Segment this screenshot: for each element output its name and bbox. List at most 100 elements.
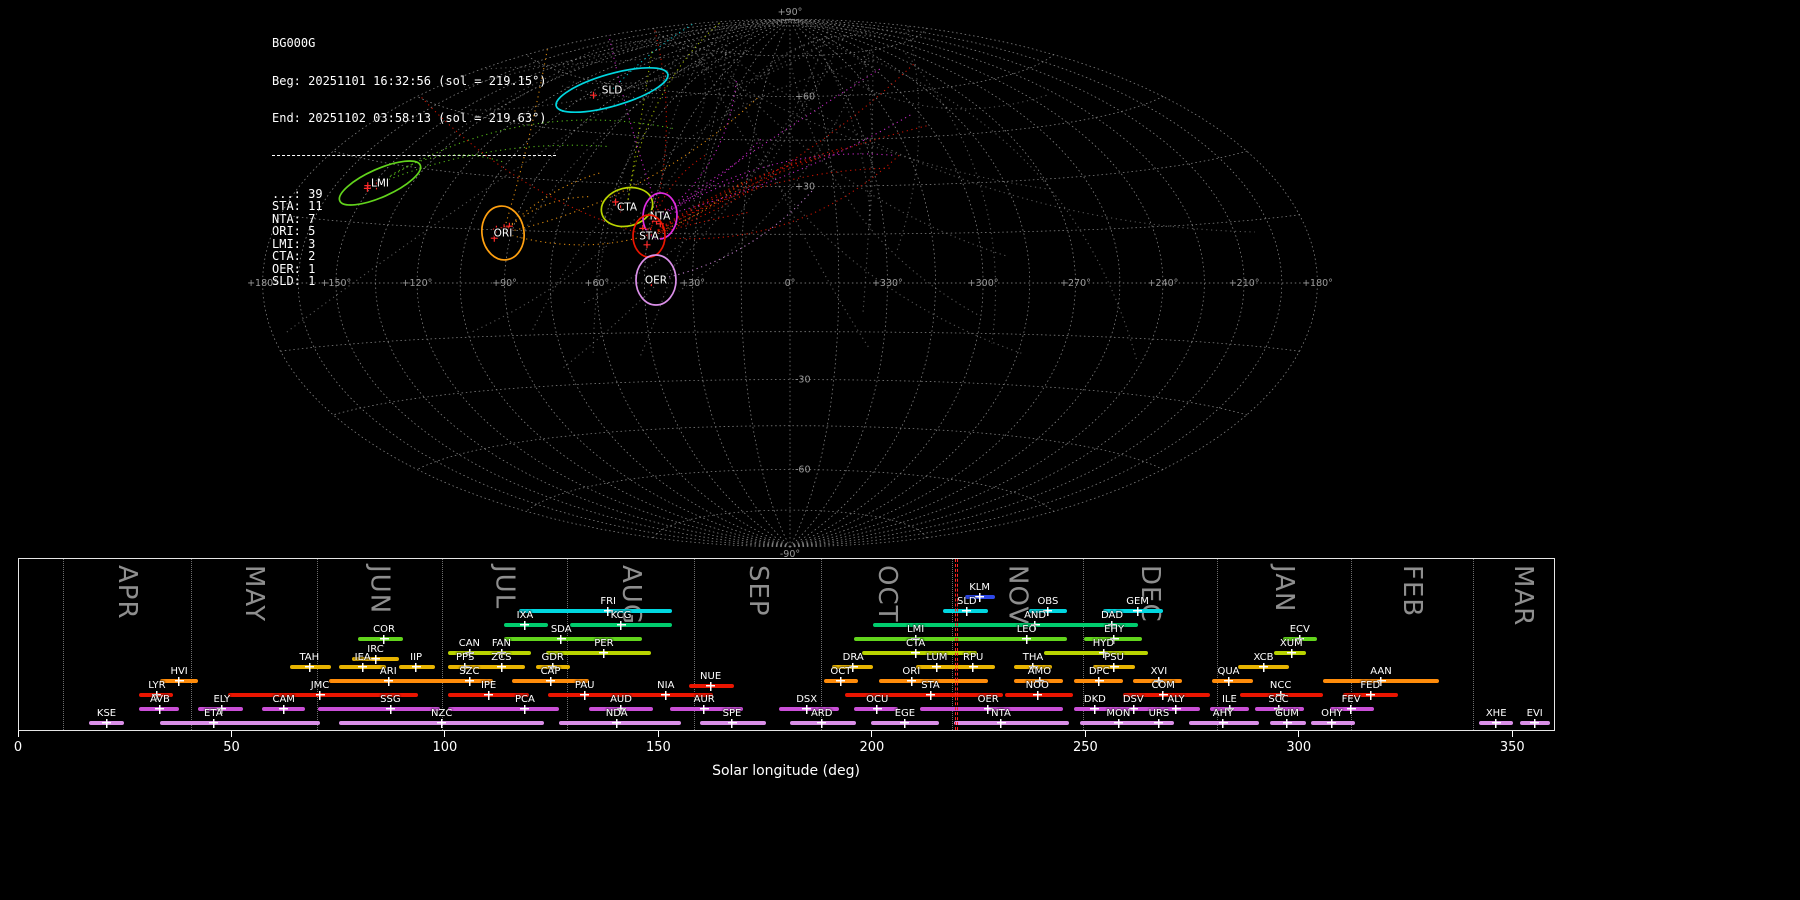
meteor-trail [531, 58, 880, 333]
meteor-trail [502, 182, 743, 246]
shower-label-NIA: NIA [657, 680, 675, 691]
axis-tick-label-150: 150 [645, 740, 671, 755]
shower-peak-marker-SLD [962, 606, 972, 616]
shower-peak-marker-FED [1365, 690, 1375, 700]
x-axis-title: Solar longitude (deg) [712, 763, 860, 779]
shower-peak-marker-IPE [484, 690, 494, 700]
shower-bar-LEO [973, 637, 1068, 641]
shower-peak-marker-PCA [520, 704, 530, 714]
axis-tick-label-50: 50 [223, 740, 240, 755]
shower-label-IPE: IPE [480, 680, 497, 691]
radiant-label-SLD: SLD [602, 85, 623, 97]
shower-label-GDR: GDR [541, 652, 564, 663]
meteor-trail [862, 51, 874, 313]
shower-label-FAN: FAN [491, 638, 511, 649]
month-boundary-AUG [567, 559, 569, 730]
shower-peak-marker-EVI [1530, 718, 1540, 728]
shower-peak-marker-NOO [1032, 690, 1042, 700]
shower-label-GUM: GUM [1275, 708, 1299, 719]
radiant-label-OER: OER [645, 275, 667, 287]
shower-label-IIP: IIP [410, 652, 423, 663]
shower-peak-marker-OCT [836, 676, 846, 686]
shower-peak-marker-STA [926, 690, 935, 700]
month-label-MAR: MAR [1507, 565, 1538, 627]
shower-label-CTA: CTA [906, 638, 926, 649]
shower-peak-marker-ORI [906, 676, 916, 686]
shower-label-ORI: ORI [902, 666, 921, 677]
month-label-FEB: FEB [1396, 565, 1427, 618]
meteor-trail [655, 190, 813, 281]
month-label-JUL: JUL [489, 565, 520, 610]
month-label-APR: APR [112, 565, 142, 620]
grid-label: +30 [795, 181, 815, 192]
shower-label-COM: COM [1151, 680, 1175, 691]
shower-peak-marker-KCG [616, 620, 626, 630]
shower-label-IEA: IEA [354, 652, 371, 663]
shower-label-PER: PER [594, 638, 614, 649]
shower-peak-marker-XCB [1259, 662, 1268, 672]
shower-peak-marker-ARI [383, 676, 393, 686]
meteor-trail [558, 40, 698, 72]
shower-peak-marker-SSG [385, 704, 395, 714]
meteor-trail [648, 125, 927, 237]
shower-label-SCC: SCC [1268, 694, 1289, 705]
grid-label: +210° [1229, 278, 1260, 289]
shower-peak-marker-SDA [556, 634, 566, 644]
meteor-trail [661, 37, 717, 181]
shower-label-LMI: LMI [907, 624, 925, 635]
shower-peak-marker-FEV [1346, 704, 1356, 714]
shower-peak-marker-QUA [1224, 676, 1233, 686]
axis-tick-label-0: 0 [13, 740, 23, 755]
shower-label-KLM: KLM [969, 582, 990, 593]
meteor-trail [659, 68, 881, 217]
shower-peak-marker-SPE [727, 718, 737, 728]
shower-peak-marker-IIP [411, 662, 421, 672]
shower-label-OCU: OCU [866, 694, 889, 705]
month-label-OCT: OCT [871, 565, 902, 623]
grid-label: +300° [968, 278, 999, 289]
grid-label: 0° [785, 278, 796, 289]
shower-bar-FRI [518, 609, 673, 613]
shower-label-AMO: AMO [1027, 666, 1052, 677]
shower-label-PSU: PSU [1104, 652, 1124, 663]
axis-tick-50 [231, 731, 232, 737]
axis-tick-300 [1298, 731, 1300, 737]
shower-peak-marker-PSU [1109, 662, 1119, 672]
shower-label-ZCS: ZCS [491, 652, 512, 663]
shower-label-OBS: OBS [1037, 596, 1059, 607]
shower-label-HVI: HVI [170, 666, 188, 677]
radiant-label-STA: STA [639, 231, 659, 243]
shower-label-CAN: CAN [458, 638, 481, 649]
shower-peak-marker-GEM [1133, 606, 1143, 616]
shower-label-NDA: NDA [605, 708, 628, 719]
meteor-trail [809, 54, 1050, 110]
month-label-JUN: JUN [364, 565, 395, 615]
shower-label-GEM: GEM [1126, 596, 1149, 607]
shower-label-PPS: PPS [455, 652, 475, 663]
meteor-trail [592, 34, 692, 356]
shower-label-AUD: AUD [610, 694, 632, 705]
month-label-SEP: SEP [742, 565, 773, 617]
shower-label-NTA: NTA [991, 708, 1011, 719]
shower-peak-marker-ETA [208, 718, 218, 728]
axis-tick-150 [657, 731, 659, 737]
shower-label-NUE: NUE [700, 671, 722, 682]
shower-peak-marker-LUM [932, 662, 942, 672]
meteor-trail [419, 22, 907, 160]
shower-peak-marker-DSX [802, 704, 812, 714]
grid-label: +270° [1060, 278, 1091, 289]
meteor-trail [648, 167, 890, 237]
meteor-trail [659, 81, 737, 217]
shower-label-CAP: CAP [540, 666, 561, 677]
shower-peak-marker-XUM [1286, 648, 1296, 658]
shower-label-SZC: SZC [459, 666, 480, 677]
shower-peak-marker-KSE [102, 718, 111, 728]
shower-label-COR: COR [373, 624, 395, 635]
axis-tick-label-250: 250 [1072, 740, 1098, 755]
shower-peak-marker-NIA [661, 690, 671, 700]
shower-bar-ETA [159, 721, 320, 725]
shower-peak-marker-NDA [612, 718, 622, 728]
shower-label-DRA: DRA [842, 652, 864, 663]
shower-peak-marker-JMC [315, 690, 325, 700]
shower-label-PCA: PCA [514, 694, 535, 705]
